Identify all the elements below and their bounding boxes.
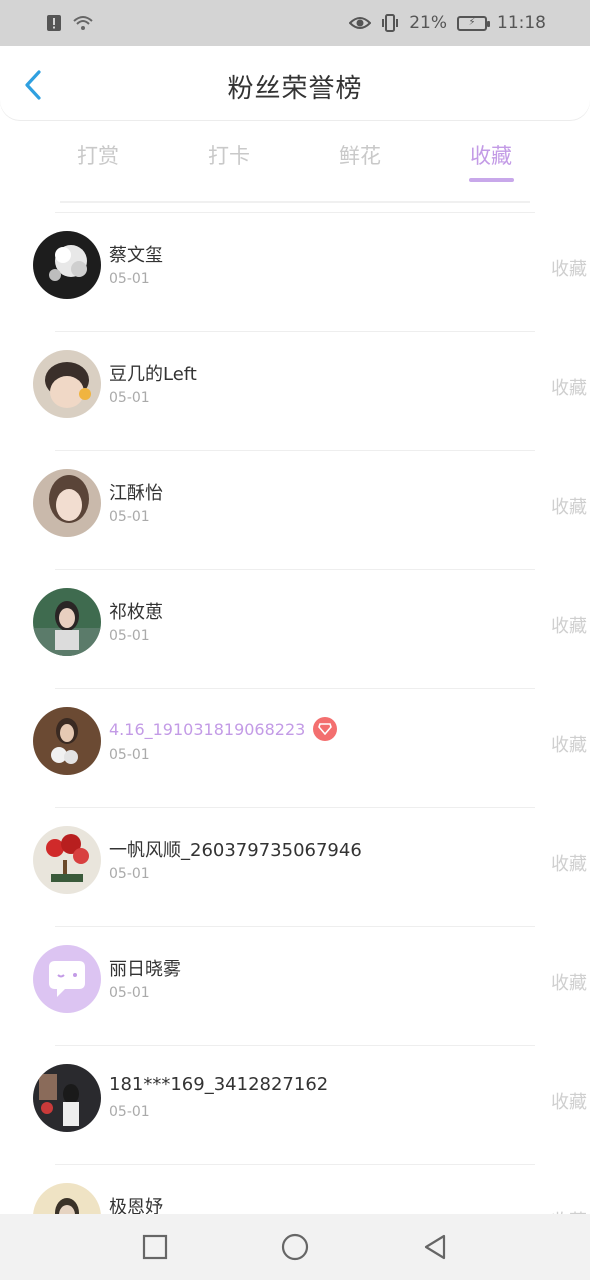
page-title: 粉丝荣誉榜	[227, 74, 363, 104]
avatar[interactable]	[33, 1183, 101, 1214]
favorite-label: 收藏	[551, 735, 587, 756]
avatar[interactable]	[33, 350, 101, 418]
system-nav-bar	[0, 1214, 590, 1280]
user-name: 祁枚葸	[109, 602, 163, 623]
tab-tips[interactable]: 打赏	[48, 140, 148, 170]
list-item[interactable]: 祁枚葸 05-01 收藏	[33, 569, 587, 688]
status-bar: 21% ⚡ 11:18	[0, 0, 590, 46]
list-item[interactable]: 江酥怡 05-01 收藏	[33, 450, 587, 569]
tab-bar: 打赏 打卡 鲜花 收藏	[0, 120, 590, 190]
user-name: 豆几的Left	[109, 364, 197, 385]
user-name: 极恩妤	[109, 1197, 163, 1214]
diamond-badge-icon	[313, 717, 338, 741]
user-name: 丽日晓雾	[109, 959, 181, 980]
list-item[interactable]: 181***169_3412827162 05-01 收藏	[33, 1045, 587, 1164]
favorite-label: 收藏	[551, 973, 587, 994]
item-date: 05-01	[109, 628, 150, 644]
battery-charging-icon: ⚡	[457, 15, 490, 31]
list-item[interactable]: 一帆风顺_260379735067946 05-01 收藏	[33, 807, 587, 926]
vibrate-icon	[381, 14, 399, 32]
avatar[interactable]	[33, 588, 101, 656]
status-left	[46, 14, 94, 32]
user-name: 蔡文玺	[109, 245, 163, 266]
list-item[interactable]: 蔡文玺 05-01 收藏	[33, 212, 587, 331]
favorite-label: 收藏	[551, 1092, 587, 1113]
list-item[interactable]: 极恩妤 收藏	[33, 1164, 587, 1214]
user-name: 181***169_3412827162	[109, 1074, 329, 1095]
favorite-label: 收藏	[551, 259, 587, 280]
list-item[interactable]: 4.16_191031819068223 05-01 收藏	[33, 688, 587, 807]
user-name: 4.16_191031819068223	[109, 717, 338, 741]
avatar[interactable]	[33, 707, 101, 775]
circle-home-icon[interactable]	[275, 1227, 315, 1267]
user-name: 江酥怡	[109, 483, 163, 504]
list-item[interactable]: 豆几的Left 05-01 收藏	[33, 331, 587, 450]
square-recent-icon[interactable]	[135, 1227, 175, 1267]
fan-list: 蔡文玺 05-01 收藏 豆几的Left 05-01 收藏 江酥怡 05-01 …	[0, 212, 590, 1214]
header: 粉丝荣誉榜	[0, 46, 590, 120]
item-date: 05-01	[109, 985, 150, 1001]
item-date: 05-01	[109, 390, 150, 406]
item-date: 05-01	[109, 747, 150, 763]
avatar[interactable]	[33, 826, 101, 894]
avatar[interactable]	[33, 231, 101, 299]
battery-percent: 21%	[409, 13, 447, 33]
favorite-label: 收藏	[551, 378, 587, 399]
item-date: 05-01	[109, 866, 150, 882]
default-chat-avatar-icon[interactable]	[33, 945, 101, 1013]
favorite-label: 收藏	[551, 497, 587, 518]
item-date: 05-01	[109, 1104, 150, 1120]
status-right: 21% ⚡ 11:18	[349, 13, 546, 33]
eye-icon	[349, 15, 372, 31]
wifi-icon	[72, 14, 94, 32]
tab-checkin[interactable]: 打卡	[179, 140, 279, 170]
tab-flowers[interactable]: 鲜花	[310, 140, 410, 170]
favorite-label: 收藏	[551, 854, 587, 875]
user-name: 一帆风顺_260379735067946	[109, 840, 362, 861]
item-date: 05-01	[109, 271, 150, 287]
sim-alert-icon	[46, 14, 62, 32]
avatar[interactable]	[33, 469, 101, 537]
tab-favorites[interactable]: 收藏	[441, 140, 541, 170]
favorite-label: 收藏	[551, 1207, 587, 1214]
favorite-label: 收藏	[551, 616, 587, 637]
avatar[interactable]	[33, 1064, 101, 1132]
list-item[interactable]: 丽日晓雾 05-01 收藏	[33, 926, 587, 1045]
tab-divider	[60, 201, 530, 203]
item-date: 05-01	[109, 509, 150, 525]
triangle-back-icon[interactable]	[415, 1227, 455, 1267]
active-tab-indicator	[469, 178, 514, 182]
clock: 11:18	[497, 13, 546, 33]
